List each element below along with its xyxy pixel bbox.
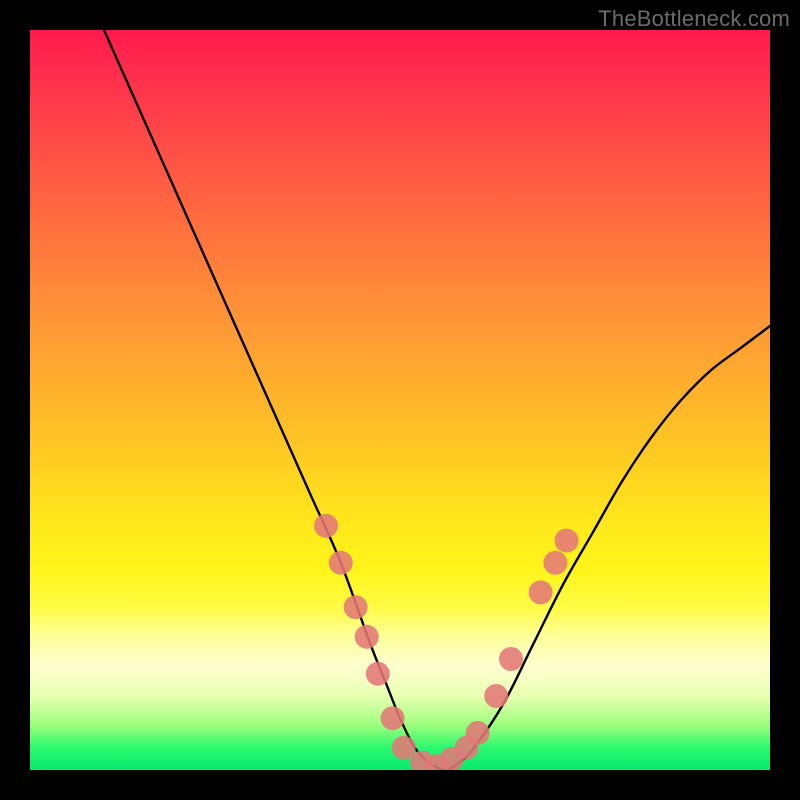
plot-area bbox=[30, 30, 770, 770]
curve-marker bbox=[543, 551, 567, 575]
curve-marker bbox=[529, 580, 553, 604]
chart-svg bbox=[30, 30, 770, 770]
curve-marker bbox=[314, 514, 338, 538]
curve-marker bbox=[466, 721, 490, 745]
curve-marker bbox=[344, 595, 368, 619]
chart-frame: TheBottleneck.com bbox=[0, 0, 800, 800]
curve-marker bbox=[329, 551, 353, 575]
bottleneck-curve bbox=[104, 30, 770, 770]
curve-marker bbox=[366, 662, 390, 686]
curve-marker bbox=[555, 529, 579, 553]
curve-marker bbox=[484, 684, 508, 708]
watermark-text: TheBottleneck.com bbox=[598, 6, 790, 32]
curve-marker bbox=[499, 647, 523, 671]
curve-marker bbox=[355, 625, 379, 649]
curve-marker bbox=[381, 706, 405, 730]
curve-markers bbox=[314, 514, 579, 770]
